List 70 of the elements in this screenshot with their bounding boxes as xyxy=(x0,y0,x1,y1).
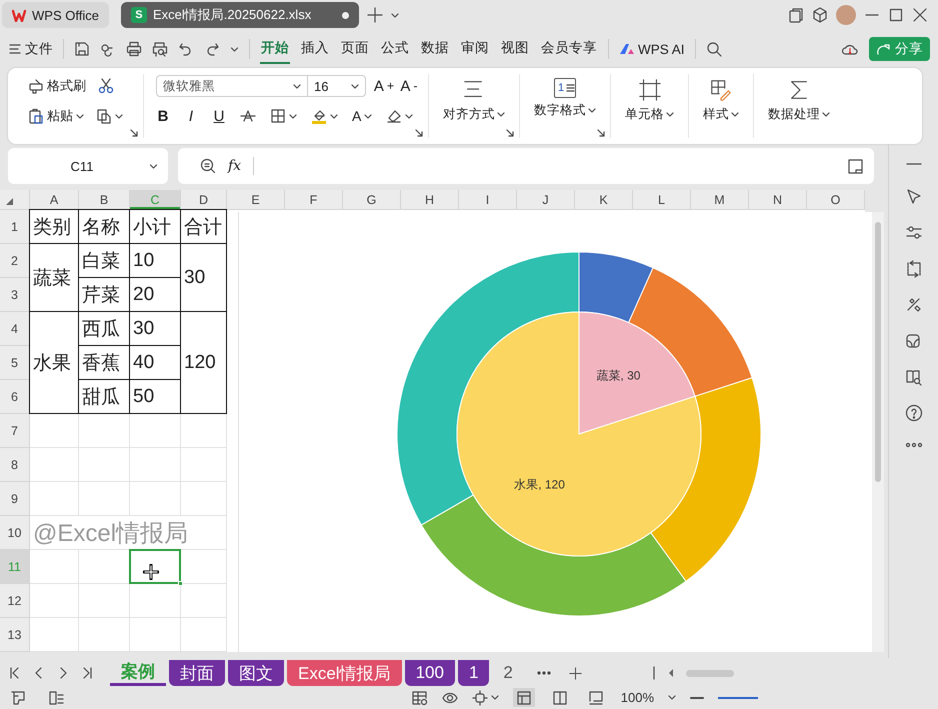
column-header[interactable]: B xyxy=(79,190,130,210)
ribbon-data-button[interactable]: 数据处理 xyxy=(768,74,830,138)
font-color-button[interactable]: A xyxy=(352,109,372,123)
column-header[interactable]: J xyxy=(517,190,575,210)
row-header[interactable]: 7 xyxy=(0,414,30,448)
row-header[interactable]: 3 xyxy=(0,278,30,312)
row-header[interactable]: 9 xyxy=(0,482,30,516)
file-menu-button[interactable]: 文件 xyxy=(8,40,53,58)
ribbon-style-button[interactable]: 样式 xyxy=(703,74,739,138)
column-header[interactable]: E xyxy=(227,190,285,210)
ribbon-align-button[interactable]: 对齐方式 xyxy=(443,74,505,138)
underline-button[interactable]: U xyxy=(212,108,226,124)
data-label: 蔬菜, 30 xyxy=(596,368,640,383)
sheet-tab[interactable]: 封面 xyxy=(169,660,225,686)
sheet-tab[interactable]: 100 xyxy=(404,660,455,686)
column-header[interactable]: N xyxy=(749,190,807,210)
menu-tab[interactable]: 页面 xyxy=(340,34,370,64)
column-header[interactable]: G xyxy=(343,190,401,210)
row-header[interactable]: 2 xyxy=(0,244,30,278)
sheet-tab[interactable]: 2 xyxy=(492,660,524,686)
column-header[interactable]: F xyxy=(285,190,343,210)
column-header[interactable]: L xyxy=(633,190,691,210)
sheet-tab[interactable]: 图文 xyxy=(228,660,284,686)
formula-input[interactable]: fx xyxy=(178,148,874,184)
row-header[interactable]: 12 xyxy=(0,584,30,618)
menu-tab[interactable]: 会员专享 xyxy=(540,34,598,64)
font-dropdown[interactable]: 微软雅黑 xyxy=(157,76,307,96)
menu-tab[interactable]: 公式 xyxy=(380,34,410,64)
table-cell: 120 xyxy=(180,311,227,414)
column-header[interactable]: K xyxy=(575,190,633,210)
format-painter-button[interactable]: 格式刷 xyxy=(28,77,86,95)
ai-button[interactable]: WPS AI xyxy=(619,41,685,57)
row-header[interactable]: 13 xyxy=(0,618,30,652)
sheet-tab[interactable]: 1 xyxy=(458,660,490,686)
bold-button[interactable]: B xyxy=(156,108,170,124)
menu-tab[interactable]: 视图 xyxy=(500,34,530,64)
row-header[interactable]: 8 xyxy=(0,448,30,482)
row-header[interactable]: 5 xyxy=(0,346,30,380)
zoom-dropdown[interactable]: 100% xyxy=(620,690,676,705)
menu-tab[interactable]: 插入 xyxy=(300,34,330,64)
number-format-icon: 1 xyxy=(554,78,576,98)
menu-tab[interactable]: 审阅 xyxy=(460,34,490,64)
font-size-dropdown[interactable]: 16 xyxy=(307,76,365,96)
column-header[interactable]: I xyxy=(459,190,517,210)
column-header[interactable]: M xyxy=(691,190,749,210)
document-tab[interactable]: WPS Office xyxy=(2,2,109,28)
function-label[interactable]: fx xyxy=(228,158,242,174)
table-cell: 合计 xyxy=(180,209,227,244)
name-box[interactable]: C11 xyxy=(8,148,168,184)
paste-button[interactable]: 粘贴 xyxy=(28,107,84,125)
data-label: 水果, 120 xyxy=(514,477,565,492)
table-cell: 水果 xyxy=(29,311,79,414)
row-header[interactable]: 1 xyxy=(0,210,30,244)
column-header[interactable]: D xyxy=(181,190,227,210)
menu-tab[interactable]: 数据 xyxy=(420,34,450,64)
ribbon-number-button[interactable]: 1 数字格式 xyxy=(534,74,596,138)
spreadsheet-logo-icon: S xyxy=(130,7,147,23)
document-tab[interactable]: S Excel情报局.20250622.xlsx xyxy=(120,2,359,28)
italic-button[interactable]: I xyxy=(184,108,198,124)
ribbon-cell-button[interactable]: 单元格 xyxy=(625,74,674,138)
sheet-tab[interactable]: Excel情报局 xyxy=(287,660,402,686)
row-header[interactable]: 10 xyxy=(0,516,30,550)
column-header[interactable]: O xyxy=(807,190,865,210)
table-cell: 类别 xyxy=(29,209,79,244)
column-header[interactable]: A xyxy=(30,190,79,210)
cell-text: @Excel情报局 xyxy=(30,516,227,550)
row-header[interactable]: 4 xyxy=(0,312,30,346)
column-header[interactable]: H xyxy=(401,190,459,210)
row-header[interactable]: 6 xyxy=(0,380,30,414)
menu-tab[interactable]: 开始 xyxy=(260,34,290,64)
